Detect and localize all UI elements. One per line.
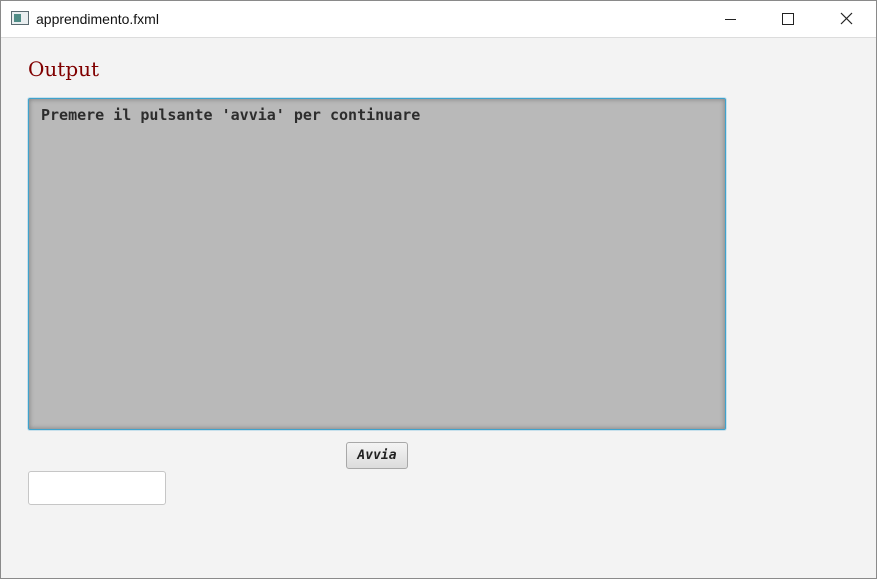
minimize-icon bbox=[725, 19, 736, 20]
title-bar[interactable]: apprendimento.fxml bbox=[1, 1, 876, 38]
output-text-area[interactable]: Premere il pulsante 'avvia' per continua… bbox=[28, 98, 726, 430]
close-button[interactable] bbox=[817, 1, 875, 37]
start-button[interactable]: Avvia bbox=[346, 442, 408, 469]
output-heading: Output bbox=[28, 57, 100, 81]
text-input[interactable] bbox=[28, 471, 166, 505]
app-window: apprendimento.fxml Output Premere il pul… bbox=[0, 0, 877, 579]
maximize-button[interactable] bbox=[759, 1, 817, 37]
output-message: Premere il pulsante 'avvia' per continua… bbox=[41, 106, 421, 124]
app-icon bbox=[11, 11, 29, 25]
maximize-icon bbox=[782, 13, 794, 25]
window-title: apprendimento.fxml bbox=[36, 11, 159, 27]
minimize-button[interactable] bbox=[701, 1, 759, 37]
close-icon bbox=[840, 12, 853, 25]
